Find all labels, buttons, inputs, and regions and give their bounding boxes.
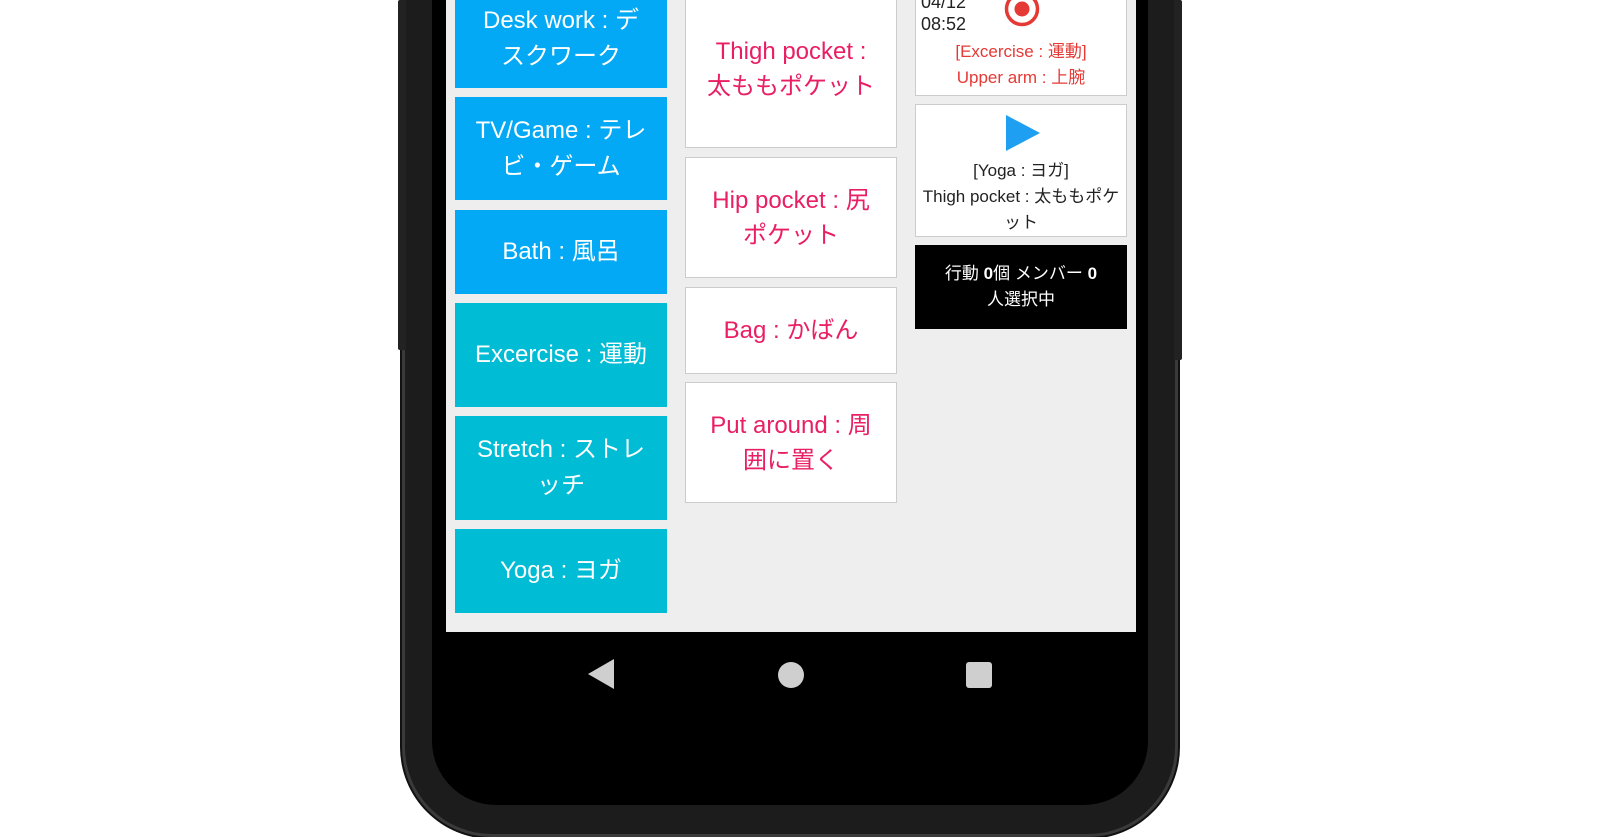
activity-button-exercise[interactable]: Excercise : 運動 [455,303,667,407]
place-label: Bag : かばん [723,317,859,344]
action-count: 0 [983,264,994,283]
app-screen: Desk work : デスクワーク TV/Game : テレビ・ゲーム Bat… [446,0,1136,632]
status-suffix: 人選択中 [986,290,1055,309]
phone-side-button-right [1174,0,1182,360]
activity-button-desk-work[interactable]: Desk work : デスクワーク [455,0,667,88]
play-icon[interactable] [1004,113,1042,153]
place-label: Thigh pocket : 太ももポケット [707,38,875,100]
place-button-bag[interactable]: Bag : かばん [685,287,897,374]
place-button-put-around[interactable]: Put around : 周囲に置く [685,382,897,503]
back-icon[interactable] [588,659,614,689]
play-position: Thigh pocket : 太ももポケット [922,187,1120,232]
selection-status: 行動 0個 メンバー 0 人選択中 [915,245,1127,329]
record-icon[interactable] [1004,0,1040,27]
place-label: Hip pocket : 尻ポケット [712,186,870,249]
play-activity: [Yoga : ヨガ] [973,161,1069,180]
activity-button-bath[interactable]: Bath : 風呂 [455,210,667,294]
recent-apps-icon[interactable] [966,662,992,688]
status-prefix: 行動 [944,264,979,283]
activity-button-tv-game[interactable]: TV/Game : テレビ・ゲーム [455,97,667,200]
activity-button-stretch[interactable]: Stretch : ストレッチ [455,416,667,520]
activity-label: Excercise : 運動 [474,341,648,368]
record-activity: [Excercise : 運動] [955,42,1087,61]
activity-label: Yoga : ヨガ [500,557,622,584]
activity-button-yoga[interactable]: Yoga : ヨガ [455,529,667,613]
record-date: 04/12 [921,0,967,12]
home-icon[interactable] [778,662,804,688]
record-time: 08:52 [921,14,967,34]
play-card[interactable]: [Yoga : ヨガ] Thigh pocket : 太ももポケット [915,104,1127,237]
activity-label: Bath : 風呂 [502,238,620,265]
record-timestamp: 04/12 08:52 [921,0,966,35]
phone-side-button-left [398,0,406,350]
place-button-hip-pocket[interactable]: Hip pocket : 尻ポケット [685,157,897,278]
activity-label: Desk work : デスクワーク [482,7,640,70]
record-position: Upper arm : 上腕 [956,68,1086,87]
activity-label: Stretch : ストレッチ [476,436,646,499]
activity-label: TV/Game : テレビ・ゲーム [475,116,647,180]
place-button-thigh-pocket[interactable]: Thigh pocket : 太ももポケット [685,0,897,148]
status-middle: 個 メンバー [993,264,1083,283]
place-label: Put around : 周囲に置く [710,411,872,474]
record-card[interactable]: 04/12 08:52 [Excercise : 運動] Upper arm :… [915,0,1127,96]
android-navigation-bar [446,632,1136,716]
member-count: 0 [1087,264,1098,283]
